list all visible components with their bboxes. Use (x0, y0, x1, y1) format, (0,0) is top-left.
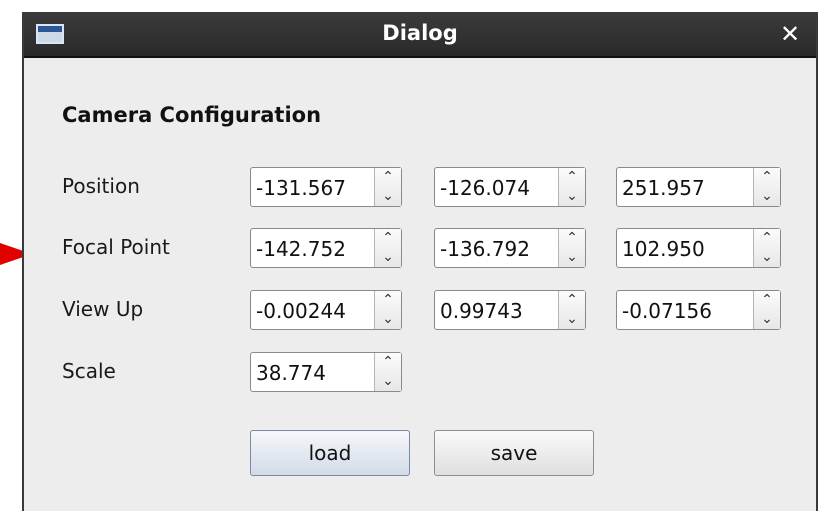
focal-point-x-spinbox[interactable]: -142.752 ⌃ ⌄ (250, 228, 402, 268)
spin-down-icon[interactable]: ⌄ (559, 310, 585, 329)
spin-up-icon[interactable]: ⌃ (559, 291, 585, 310)
spin-up-icon[interactable]: ⌃ (375, 353, 401, 372)
focal-point-z-value: 102.950 (622, 237, 705, 261)
position-z-spinbox[interactable]: 251.957 ⌃ ⌄ (616, 167, 781, 207)
view-up-z-spinbox[interactable]: -0.07156 ⌃ ⌄ (616, 290, 781, 330)
section-title: Camera Configuration (62, 103, 322, 127)
spin-buttons: ⌃ ⌄ (374, 291, 401, 329)
spin-up-icon[interactable]: ⌃ (375, 168, 401, 187)
spin-up-icon[interactable]: ⌃ (375, 291, 401, 310)
dialog-window: Dialog ✕ Camera Configuration Position -… (22, 12, 818, 511)
focal-point-z-spinbox[interactable]: 102.950 ⌃ ⌄ (616, 228, 781, 268)
spin-down-icon[interactable]: ⌄ (754, 187, 780, 206)
spin-down-icon[interactable]: ⌄ (754, 248, 780, 267)
titlebar: Dialog ✕ (24, 12, 816, 58)
spin-down-icon[interactable]: ⌄ (559, 248, 585, 267)
focal-point-x-value: -142.752 (256, 237, 346, 261)
spin-down-icon[interactable]: ⌄ (559, 187, 585, 206)
close-icon[interactable]: ✕ (774, 18, 806, 50)
spin-down-icon[interactable]: ⌄ (754, 310, 780, 329)
spin-buttons: ⌃ ⌄ (374, 229, 401, 267)
spin-buttons: ⌃ ⌄ (374, 168, 401, 206)
row-label-position: Position (62, 174, 140, 198)
spin-up-icon[interactable]: ⌃ (754, 168, 780, 187)
scale-value: 38.774 (256, 361, 326, 385)
save-button[interactable]: save (434, 430, 594, 476)
window-title: Dialog (382, 21, 458, 45)
spin-down-icon[interactable]: ⌄ (375, 372, 401, 391)
spin-down-icon[interactable]: ⌄ (375, 310, 401, 329)
spin-up-icon[interactable]: ⌃ (754, 291, 780, 310)
row-label-view-up: View Up (62, 297, 144, 321)
spin-up-icon[interactable]: ⌃ (754, 229, 780, 248)
spin-buttons: ⌃ ⌄ (558, 168, 585, 206)
scale-spinbox[interactable]: 38.774 ⌃ ⌄ (250, 352, 402, 392)
position-x-value: -131.567 (256, 176, 346, 200)
load-button[interactable]: load (250, 430, 410, 476)
row-label-scale: Scale (62, 359, 116, 383)
spin-buttons: ⌃ ⌄ (558, 229, 585, 267)
view-up-y-spinbox[interactable]: 0.99743 ⌃ ⌄ (434, 290, 586, 330)
view-up-x-spinbox[interactable]: -0.00244 ⌃ ⌄ (250, 290, 402, 330)
spin-up-icon[interactable]: ⌃ (559, 229, 585, 248)
focal-point-y-spinbox[interactable]: -136.792 ⌃ ⌄ (434, 228, 586, 268)
spin-buttons: ⌃ ⌄ (374, 353, 401, 391)
position-z-value: 251.957 (622, 176, 705, 200)
spin-buttons: ⌃ ⌄ (753, 229, 780, 267)
row-label-focal-point: Focal Point (62, 235, 170, 259)
view-up-z-value: -0.07156 (622, 299, 712, 323)
focal-point-y-value: -136.792 (440, 237, 530, 261)
spin-buttons: ⌃ ⌄ (753, 168, 780, 206)
spin-up-icon[interactable]: ⌃ (375, 229, 401, 248)
view-up-x-value: -0.00244 (256, 299, 346, 323)
position-y-spinbox[interactable]: -126.074 ⌃ ⌄ (434, 167, 586, 207)
spin-up-icon[interactable]: ⌃ (559, 168, 585, 187)
spin-down-icon[interactable]: ⌄ (375, 248, 401, 267)
position-y-value: -126.074 (440, 176, 530, 200)
spin-buttons: ⌃ ⌄ (558, 291, 585, 329)
view-up-y-value: 0.99743 (440, 299, 523, 323)
spin-down-icon[interactable]: ⌄ (375, 187, 401, 206)
spin-buttons: ⌃ ⌄ (753, 291, 780, 329)
position-x-spinbox[interactable]: -131.567 ⌃ ⌄ (250, 167, 402, 207)
